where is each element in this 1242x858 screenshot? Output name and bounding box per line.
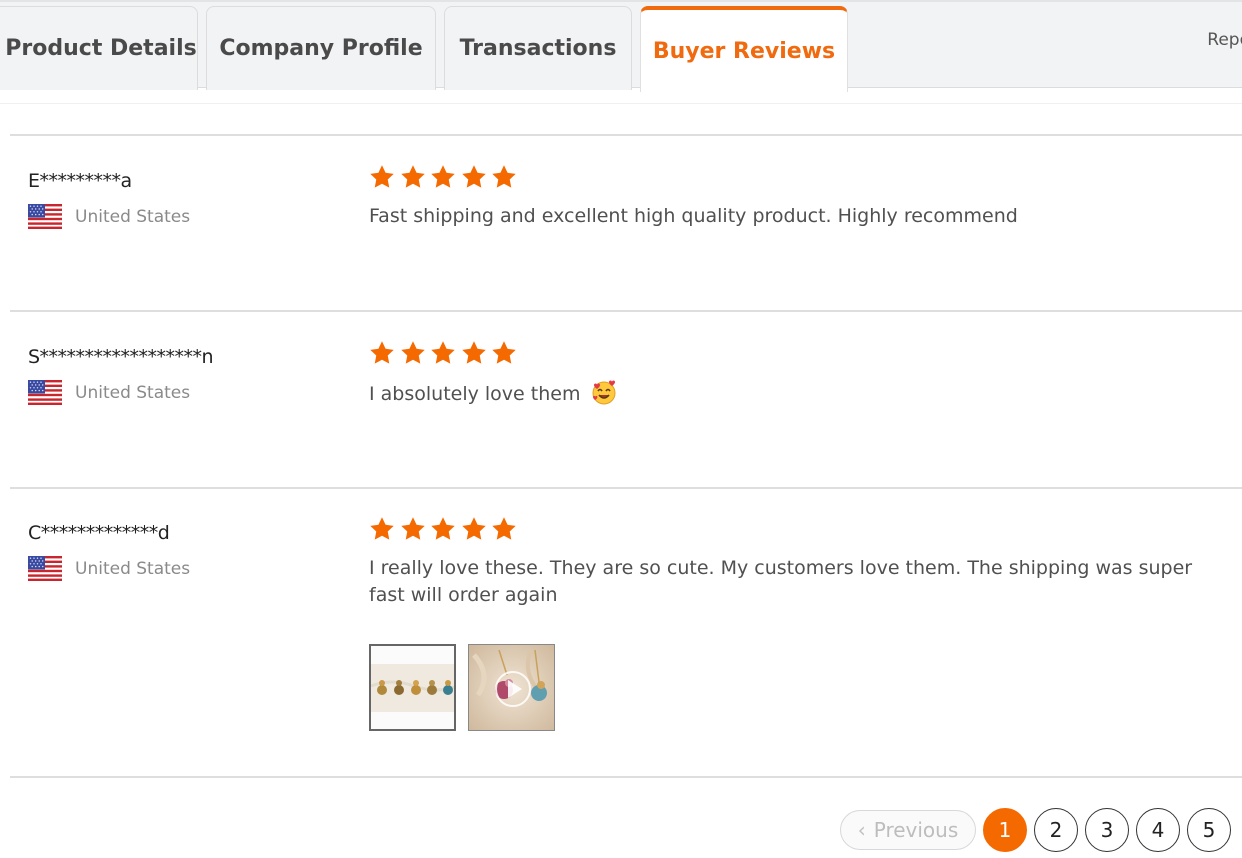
star-icon (491, 340, 517, 366)
country-label: United States (75, 558, 191, 579)
previous-label: Previous (873, 818, 959, 842)
star-icon (369, 340, 395, 366)
us-flag-icon (28, 380, 62, 405)
reviewer-country: United States (28, 204, 190, 229)
smiling-face-with-hearts-icon (592, 380, 616, 405)
review-comment: I really love these. They are so cute. M… (369, 557, 1193, 606)
star-icon (430, 516, 456, 542)
review-comment: Fast shipping and excellent high quality… (369, 205, 1018, 227)
star-icon (369, 516, 395, 542)
tab-company-profile[interactable]: Company Profile (206, 6, 436, 90)
us-flag-icon (28, 556, 62, 581)
reviewer-country: United States (28, 380, 190, 405)
review-video-thumbnail[interactable] (468, 644, 555, 731)
star-icon (369, 164, 395, 190)
star-icon (491, 164, 517, 190)
star-rating (369, 516, 522, 542)
chevron-left-icon: ‹ (857, 818, 866, 842)
page-button-4[interactable]: 4 (1136, 808, 1180, 852)
star-icon (400, 516, 426, 542)
reviewer-name: S******************n (28, 346, 214, 368)
star-icon (491, 516, 517, 542)
reviewer-name: E*********a (28, 170, 132, 192)
page-button-2[interactable]: 2 (1034, 808, 1078, 852)
page-button-5[interactable]: 5 (1187, 808, 1231, 852)
star-rating (369, 340, 522, 366)
reviewer-country: United States (28, 556, 190, 581)
country-label: United States (75, 382, 191, 403)
divider (10, 487, 1242, 489)
play-icon (508, 680, 522, 698)
country-label: United States (75, 206, 191, 227)
review-comment: I absolutely love them (369, 379, 1219, 408)
page-button-3[interactable]: 3 (1085, 808, 1129, 852)
photo-image (371, 646, 454, 729)
tab-transactions[interactable]: Transactions (444, 6, 632, 90)
section-separator (0, 103, 1242, 104)
divider (10, 776, 1242, 778)
star-icon (461, 516, 487, 542)
divider (10, 134, 1242, 136)
star-rating (369, 164, 522, 190)
star-icon (461, 164, 487, 190)
reviewer-name: C*************d (28, 522, 170, 544)
star-icon (400, 340, 426, 366)
star-icon (430, 340, 456, 366)
star-icon (400, 164, 426, 190)
tab-buyer-reviews[interactable]: Buyer Reviews (640, 6, 848, 92)
report-link[interactable]: Repo (1207, 30, 1242, 50)
review-photo-thumbnail[interactable] (369, 644, 456, 731)
comment-text: I absolutely love them (369, 383, 581, 405)
star-icon (430, 164, 456, 190)
tab-product-details[interactable]: Product Details (0, 6, 198, 90)
page-button-1[interactable]: 1 (983, 808, 1027, 852)
previous-page-button[interactable]: ‹ Previous (840, 810, 976, 850)
us-flag-icon (28, 204, 62, 229)
divider (10, 310, 1242, 312)
tab-bar: Product Details Company Profile Transact… (0, 0, 1242, 92)
star-icon (461, 340, 487, 366)
